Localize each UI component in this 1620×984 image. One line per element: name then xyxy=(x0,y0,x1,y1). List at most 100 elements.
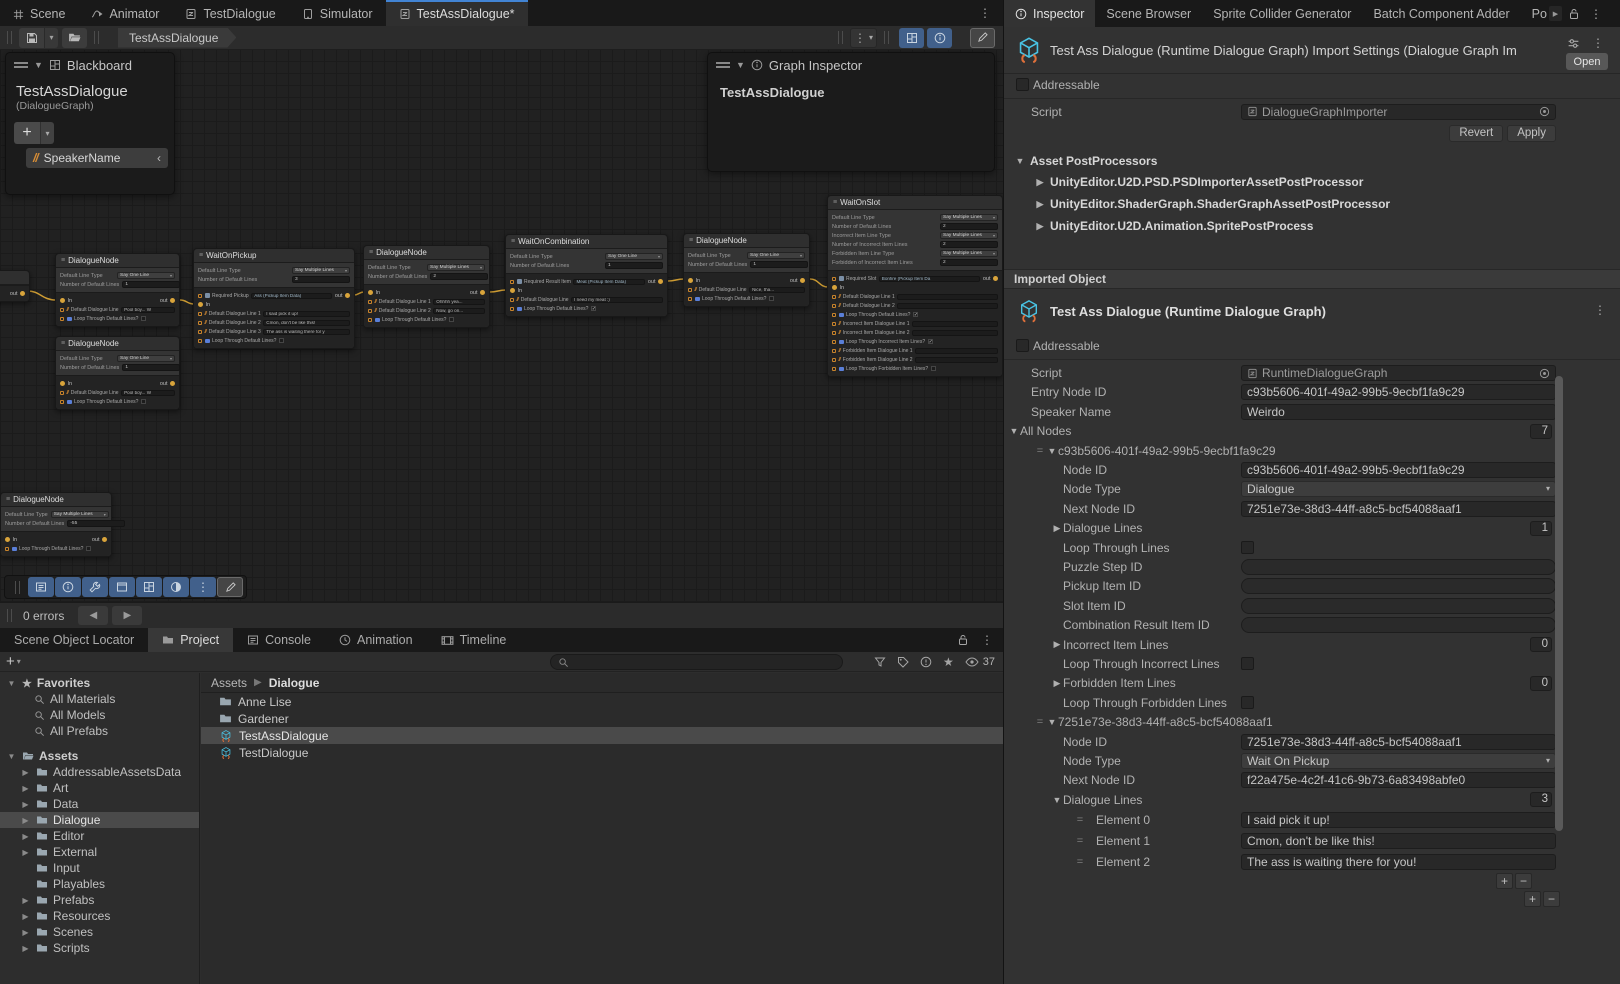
array-add-button[interactable]: + xyxy=(1496,873,1513,889)
count-field[interactable]: 2 xyxy=(940,259,998,266)
output-port-icon[interactable] xyxy=(170,381,175,386)
node-id-field[interactable]: c93b5606-401f-49a2-99b5-9ecbf1fa9c29 xyxy=(1241,462,1556,478)
dialogue-line-field[interactable] xyxy=(912,330,998,336)
edit-toggle-button[interactable] xyxy=(217,577,243,597)
output-port-icon[interactable] xyxy=(993,276,998,281)
output-port-icon[interactable] xyxy=(345,293,350,298)
dialogue-node-4[interactable]: ≡DialogueNode Default Line TypeSay One L… xyxy=(683,233,810,307)
count-field[interactable]: 2 xyxy=(940,241,998,248)
line-type-dropdown[interactable]: Say One Line▾ xyxy=(117,355,175,362)
element-0-field[interactable]: I said pick it up! xyxy=(1241,812,1556,828)
window-menu-button[interactable]: ⋮ xyxy=(979,0,991,26)
dialogue-line-field[interactable]: Pool boy... W xyxy=(121,307,175,313)
drag-handle[interactable] xyxy=(15,581,20,594)
all-nodes-foldout[interactable]: ▼All Nodes7 xyxy=(1004,422,1620,441)
tab-scene[interactable]: Scene xyxy=(0,0,78,26)
field-port-icon[interactable] xyxy=(832,367,836,371)
input-port-icon[interactable] xyxy=(198,302,203,307)
lock-icon[interactable] xyxy=(957,634,969,646)
open-button[interactable]: Open xyxy=(1566,53,1608,70)
field-port-icon[interactable] xyxy=(510,280,514,284)
line-type-dropdown[interactable]: Say One Line▾ xyxy=(747,252,805,259)
count-field[interactable]: 3 xyxy=(292,276,350,283)
search-by-type-icon[interactable] xyxy=(874,656,886,668)
tab-scene-object-locator[interactable]: Scene Object Locator xyxy=(0,628,148,652)
line-type-dropdown[interactable]: Say Multiple Lines▾ xyxy=(427,264,485,271)
input-port-icon[interactable] xyxy=(832,285,837,290)
tab-testassdialogue[interactable]: TestAssDialogue* xyxy=(386,0,528,26)
array-remove-button[interactable]: − xyxy=(1543,891,1560,907)
blackboard-variable-speakername[interactable]: // SpeakerName ‹ xyxy=(26,148,168,168)
count-field[interactable]: 1 xyxy=(605,262,663,269)
output-port-icon[interactable] xyxy=(102,537,107,542)
field-port-icon[interactable] xyxy=(368,300,372,304)
field-port-icon[interactable] xyxy=(60,400,64,404)
kebab-icon[interactable]: ⋮ xyxy=(981,633,993,647)
count-field[interactable]: 2 xyxy=(940,223,998,230)
element-2-field[interactable]: The ass is waiting there for you! xyxy=(1241,854,1556,870)
loop-through-forbidden-checkbox[interactable] xyxy=(1241,696,1254,709)
dialogue-line-field[interactable] xyxy=(915,357,998,363)
field-port-icon[interactable] xyxy=(198,321,202,325)
foldout-icon[interactable]: ▶ xyxy=(20,768,31,777)
tree-folder-prefabs[interactable]: ▶Prefabs xyxy=(0,892,199,908)
assets-root[interactable]: ▼Assets xyxy=(0,748,199,764)
field-port-icon[interactable] xyxy=(832,277,836,281)
field-port-icon[interactable] xyxy=(832,340,836,344)
file-row-testdialogue[interactable]: TestDialogue xyxy=(201,744,1003,761)
line-type-dropdown[interactable]: Say One Line▾ xyxy=(605,253,663,260)
addressable-checkbox[interactable] xyxy=(1016,339,1029,352)
dialogue-lines-foldout[interactable]: ▼Dialogue Lines3 xyxy=(1004,790,1620,809)
tab-console[interactable]: Console xyxy=(233,628,325,652)
count-field[interactable]: 1 xyxy=(122,364,180,371)
field-port-icon[interactable] xyxy=(832,331,836,335)
field-port-icon[interactable] xyxy=(5,547,9,551)
tree-folder-resources[interactable]: ▶Resources xyxy=(0,908,199,924)
tab-inspector[interactable]: Inspector xyxy=(1004,0,1095,27)
loop-checkbox[interactable] xyxy=(141,399,146,404)
incorrect-item-lines-foldout[interactable]: ▶Incorrect Item Lines0 xyxy=(1004,635,1620,654)
favorite-all-prefabs[interactable]: All Prefabs xyxy=(0,723,199,739)
loop-checkbox[interactable] xyxy=(141,316,146,321)
inspector-scrollbar-thumb[interactable] xyxy=(1555,376,1563,831)
dialogue-line-field[interactable] xyxy=(897,294,998,300)
add-variable-dropdown[interactable]: ▾ xyxy=(40,122,54,144)
next-error-button[interactable]: ▶ xyxy=(112,606,142,625)
dialogue-line-field[interactable]: Cmon, don't be like this! xyxy=(263,320,350,326)
count-field[interactable]: 1 xyxy=(750,261,808,268)
foldout-icon[interactable]: ▶ xyxy=(20,944,31,953)
save-graph-button[interactable] xyxy=(19,28,44,48)
addressable-checkbox[interactable] xyxy=(1016,78,1029,91)
dialogue-node-3[interactable]: ≡DialogueNode Default Line TypeSay Multi… xyxy=(363,245,490,328)
file-row-testassdialogue[interactable]: TestAssDialogue xyxy=(201,727,1003,744)
dialogue-line-field[interactable] xyxy=(915,348,998,354)
blackboard-panel[interactable]: ▼Blackboard TestAssDialogue (DialogueGra… xyxy=(5,52,175,195)
node-type-dropdown[interactable]: Wait On Pickup▾ xyxy=(1241,753,1556,769)
loop-checkbox[interactable] xyxy=(913,312,918,317)
favorite-all-models[interactable]: All Models xyxy=(0,707,199,723)
node-entry-foldout[interactable]: =▼7251e73e-38d3-44ff-a8c5-bcf54088aaf1 xyxy=(1004,712,1620,731)
next-node-id-field[interactable]: 7251e73e-38d3-44ff-a8c5-bcf54088aaf1 xyxy=(1241,501,1556,517)
file-row-gardener[interactable]: Gardener xyxy=(201,710,1003,727)
dialogue-line-field[interactable] xyxy=(897,303,998,309)
tree-folder-dialogue[interactable]: ▶Dialogue xyxy=(0,812,199,828)
drag-handle[interactable] xyxy=(7,609,12,622)
dialogue-line-field[interactable]: I said pick it up! xyxy=(263,311,350,317)
postprocessor-row[interactable]: ▶UnityEditor.U2D.PSD.PSDImporterAssetPos… xyxy=(1004,171,1620,193)
drag-handle[interactable] xyxy=(94,31,99,44)
output-port-icon[interactable] xyxy=(170,298,175,303)
required-pickup-object-field[interactable]: Ass (Pickup Item Data) xyxy=(251,293,332,299)
output-port-icon[interactable] xyxy=(480,290,485,295)
drag-handle[interactable] xyxy=(838,31,843,44)
loop-checkbox[interactable] xyxy=(279,338,284,343)
tab-project[interactable]: Project xyxy=(148,628,233,652)
drag-handle[interactable] xyxy=(884,31,889,44)
count-field[interactable]: -55 xyxy=(67,520,125,527)
tab-animator[interactable]: Animator xyxy=(78,0,172,26)
collapse-left-icon[interactable]: ‹ xyxy=(157,151,161,165)
field-port-icon[interactable] xyxy=(198,339,202,343)
tab-sprite-collider-generator[interactable]: Sprite Collider Generator xyxy=(1202,0,1362,27)
postprocessor-row[interactable]: ▶UnityEditor.U2D.Animation.SpritePostPro… xyxy=(1004,215,1620,237)
line-type-dropdown[interactable]: Say Multiple Lines▾ xyxy=(292,267,350,274)
foldout-icon[interactable]: ▶ xyxy=(20,784,31,793)
